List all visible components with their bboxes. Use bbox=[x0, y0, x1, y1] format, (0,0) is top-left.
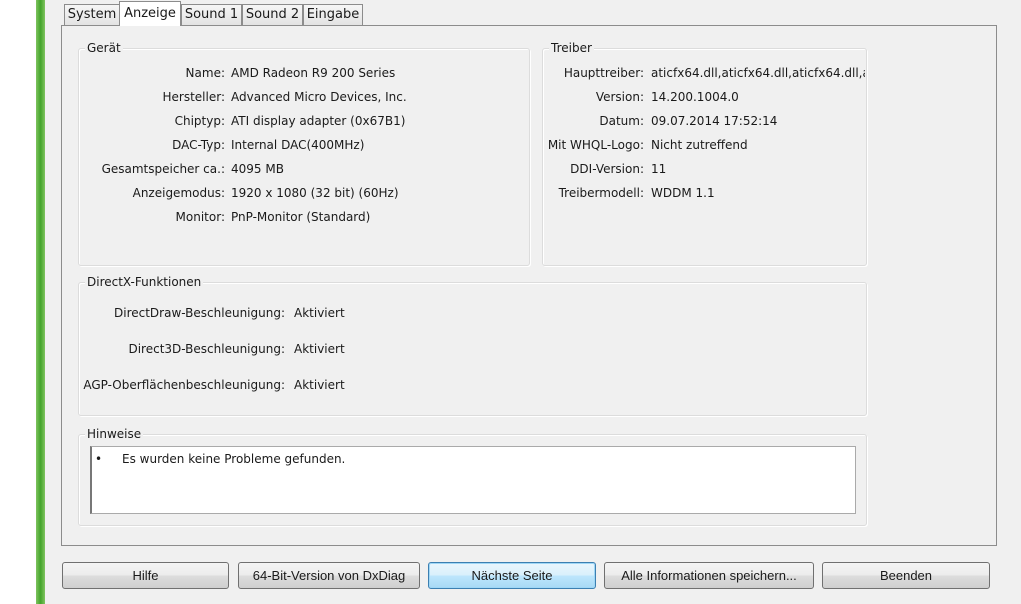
geraet-label: Monitor: bbox=[175, 210, 225, 224]
tab-eingabe[interactable]: Eingabe bbox=[303, 4, 363, 25]
exit-button[interactable]: Beenden bbox=[822, 562, 990, 589]
group-geraet-title: Gerät bbox=[85, 41, 123, 55]
directx-value: Aktiviert bbox=[294, 342, 345, 356]
geraet-row-name: Name: AMD Radeon R9 200 Series bbox=[79, 65, 529, 81]
tab-anzeige[interactable]: Anzeige bbox=[119, 1, 181, 26]
group-directx-title: DirectX-Funktionen bbox=[85, 275, 204, 289]
geraet-value: Advanced Micro Devices, Inc. bbox=[231, 90, 407, 104]
treiber-row-datum: Datum: 09.07.2014 17:52:14 bbox=[543, 113, 866, 129]
note-text: Es wurden keine Probleme gefunden. bbox=[122, 452, 346, 466]
geraet-value: 1920 x 1080 (32 bit) (60Hz) bbox=[231, 186, 399, 200]
geraet-label: Gesamtspeicher ca.: bbox=[101, 162, 225, 176]
treiber-label: DDI-Version: bbox=[570, 162, 644, 176]
geraet-label: Hersteller: bbox=[162, 90, 226, 104]
geraet-row-hersteller: Hersteller: Advanced Micro Devices, Inc. bbox=[79, 89, 529, 105]
directx-row-agp: AGP-Oberflächenbeschleunigung: Aktiviert bbox=[79, 377, 866, 393]
dxdiag-64bit-button[interactable]: 64-Bit-Version von DxDiag bbox=[238, 562, 420, 589]
treiber-value: Nicht zutreffend bbox=[651, 138, 748, 152]
tab-sound-2[interactable]: Sound 2 bbox=[242, 4, 303, 25]
treiber-label: Haupttreiber: bbox=[563, 66, 644, 80]
tab-sound-1[interactable]: Sound 1 bbox=[181, 4, 242, 25]
group-geraet: Gerät Name: AMD Radeon R9 200 Series Her… bbox=[78, 41, 530, 266]
treiber-value: 11 bbox=[651, 162, 667, 176]
window-client-area: System Anzeige Sound 1 Sound 2 Eingabe G… bbox=[45, 0, 1021, 604]
treiber-row-haupttreiber: Haupttreiber: aticfx64.dll,aticfx64.dll,… bbox=[543, 65, 866, 81]
treiber-value: 14.200.1004.0 bbox=[651, 90, 739, 104]
group-treiber-title: Treiber bbox=[549, 41, 594, 55]
geraet-value: AMD Radeon R9 200 Series bbox=[231, 66, 396, 80]
bullet-icon: • bbox=[95, 452, 103, 466]
directx-value: Aktiviert bbox=[294, 306, 345, 320]
directx-label: DirectDraw-Beschleunigung: bbox=[114, 306, 285, 320]
directx-row-direct3d: Direct3D-Beschleunigung: Aktiviert bbox=[79, 341, 866, 357]
notes-textbox[interactable]: • Es wurden keine Probleme gefunden. bbox=[90, 446, 856, 514]
geraet-row-anzeigemodus: Anzeigemodus: 1920 x 1080 (32 bit) (60Hz… bbox=[79, 185, 529, 201]
directx-label: Direct3D-Beschleunigung: bbox=[128, 342, 285, 356]
geraet-label: Chiptyp: bbox=[174, 114, 225, 128]
directx-label: AGP-Oberflächenbeschleunigung: bbox=[83, 378, 285, 392]
group-directx: DirectX-Funktionen DirectDraw-Beschleuni… bbox=[78, 275, 867, 416]
treiber-label: Datum: bbox=[599, 114, 644, 128]
group-treiber: Treiber Haupttreiber: aticfx64.dll,aticf… bbox=[542, 41, 867, 266]
treiber-value: 09.07.2014 17:52:14 bbox=[651, 114, 778, 128]
geraet-value: ATI display adapter (0x67B1) bbox=[231, 114, 406, 128]
tab-system[interactable]: System bbox=[64, 4, 120, 25]
dxdiag-window: System Anzeige Sound 1 Sound 2 Eingabe G… bbox=[0, 0, 1021, 604]
geraet-row-chiptyp: Chiptyp: ATI display adapter (0x67B1) bbox=[79, 113, 529, 129]
geraet-row-dac-typ: DAC-Typ: Internal DAC(400MHz) bbox=[79, 137, 529, 153]
treiber-label: Treibermodell: bbox=[558, 186, 644, 200]
geraet-value: PnP-Monitor (Standard) bbox=[231, 210, 371, 224]
geraet-label: Anzeigemodus: bbox=[132, 186, 225, 200]
treiber-row-ddi-version: DDI-Version: 11 bbox=[543, 161, 866, 177]
tab-panel-anzeige: Gerät Name: AMD Radeon R9 200 Series Her… bbox=[61, 25, 997, 546]
geraet-label: Name: bbox=[185, 66, 225, 80]
treiber-label: Version: bbox=[595, 90, 644, 104]
treiber-value: aticfx64.dll,aticfx64.dll,aticfx64.dll,a… bbox=[651, 66, 865, 80]
treiber-label: Mit WHQL-Logo: bbox=[547, 138, 644, 152]
save-all-info-button[interactable]: Alle Informationen speichern... bbox=[604, 562, 814, 589]
directx-row-directdraw: DirectDraw-Beschleunigung: Aktiviert bbox=[79, 305, 866, 321]
group-hinweise-title: Hinweise bbox=[85, 427, 144, 441]
treiber-value: WDDM 1.1 bbox=[651, 186, 715, 200]
geraet-value: Internal DAC(400MHz) bbox=[231, 138, 365, 152]
treiber-row-version: Version: 14.200.1004.0 bbox=[543, 89, 866, 105]
geraet-value: 4095 MB bbox=[231, 162, 284, 176]
next-page-button[interactable]: Nächste Seite bbox=[428, 562, 596, 589]
window-frame-left bbox=[36, 0, 45, 604]
treiber-row-whql: Mit WHQL-Logo: Nicht zutreffend bbox=[543, 137, 866, 153]
help-button[interactable]: Hilfe bbox=[62, 562, 229, 589]
geraet-label: DAC-Typ: bbox=[172, 138, 225, 152]
group-hinweise: Hinweise • Es wurden keine Probleme gefu… bbox=[78, 427, 867, 526]
geraet-row-monitor: Monitor: PnP-Monitor (Standard) bbox=[79, 209, 529, 225]
treiber-row-treibermodell: Treibermodell: WDDM 1.1 bbox=[543, 185, 866, 201]
geraet-row-gesamtspeicher: Gesamtspeicher ca.: 4095 MB bbox=[79, 161, 529, 177]
directx-value: Aktiviert bbox=[294, 378, 345, 392]
